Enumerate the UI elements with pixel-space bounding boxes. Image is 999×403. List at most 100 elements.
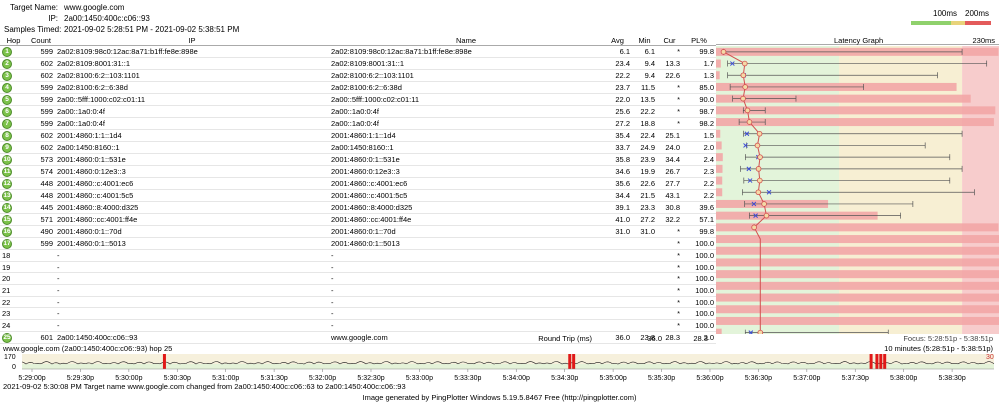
hop-row[interactable]: 4 599 2a02:8100:6:2::6:38d 2a02:8100:6:2::6…	[0, 81, 716, 94]
hop-row[interactable]: 19 - - * 100.0	[0, 261, 716, 274]
hop-row[interactable]: 16 490 2001:4860:0:1::70d 2001:4860:0:1::70…	[0, 225, 716, 238]
hop-ip: 2a00::1a0:0:4f	[55, 105, 329, 118]
hop-avg	[603, 261, 632, 274]
hop-row[interactable]: 14 445 2001:4860::8:4000:d325 2001:4860::8:…	[0, 201, 716, 214]
hop-count: 574	[27, 165, 55, 178]
col-name[interactable]: Name	[329, 36, 603, 46]
col-hop[interactable]: Hop	[0, 36, 27, 46]
hop-row[interactable]: 20 - - * 100.0	[0, 272, 716, 286]
hop-ip: 2a00:1450:8160::1	[55, 141, 329, 154]
hop-pl: 100.0	[682, 261, 716, 274]
hop-row[interactable]: 13 448 2001:4860::c:4001:5c5 2001:4860::c:4…	[0, 189, 716, 202]
hop-row[interactable]: 8 602 2001:4860:1:1::1d4 2001:4860:1:1::1d4…	[0, 129, 716, 142]
hop-pl: 98.7	[682, 105, 716, 118]
hop-avg	[603, 319, 632, 332]
hop-count: 448	[27, 177, 55, 190]
hop-badge: 5	[2, 95, 12, 105]
timeline-ymax: 170	[4, 354, 16, 361]
hop-count: 599	[27, 93, 55, 106]
packet-loss-bar	[716, 141, 722, 150]
hop-min: 6.1	[632, 45, 657, 58]
timeline-tick-label: 5:36:00p	[696, 375, 723, 382]
hop-pl: 100.0	[682, 319, 716, 332]
col-cur[interactable]: Cur	[657, 36, 682, 46]
hop-row[interactable]: 17 599 2001:4860:0:1::5013 2001:4860:0:1::5…	[0, 237, 716, 250]
hop-pl: 100.0	[682, 284, 716, 297]
timeline-tick-label: 5:38:00p	[890, 375, 917, 382]
hop-pl: 99.8	[682, 225, 716, 238]
hop-avg: 35.6	[603, 177, 632, 190]
hop-row[interactable]: 6 599 2a00::1a0:0:4f 2a00::1a0:0:4f 25.6 22.2…	[0, 105, 716, 118]
hop-min	[632, 261, 657, 274]
hop-min: 22.4	[632, 129, 657, 142]
hop-cur: *	[657, 307, 682, 321]
hop-cur: 13.3	[657, 57, 682, 70]
hop-count	[27, 296, 55, 309]
timeline-panel[interactable]: www.google.com (2a00:1450:400c:c06::93) …	[0, 344, 999, 383]
hop-row[interactable]: 23 - - * 100.0	[0, 307, 716, 321]
timeline-tick-label: 5:31:00p	[212, 375, 239, 382]
packet-loss-bar	[716, 270, 999, 279]
hop-ip: 2a02:8109:8001:31::1	[55, 57, 329, 70]
hop-row[interactable]: 1 599 2a02:8109:98c0:12ac:8a71:b1ff:fe8e:8…	[0, 45, 716, 58]
hop-number: 6	[0, 105, 27, 118]
legend-yellow-bar	[951, 21, 965, 25]
packet-loss-bar	[716, 188, 723, 197]
hop-pl: 2.0	[682, 141, 716, 154]
timeline-green-band	[22, 364, 994, 369]
zone-red	[962, 46, 999, 334]
hop-cur: *	[657, 272, 682, 286]
hop-number: 10	[0, 153, 27, 166]
hop-name: 2a02:8109:98c0:12ac:8a71:b1ff:fe8e:898e	[329, 45, 603, 58]
hop-number: 18	[0, 249, 27, 262]
hop-pl: 99.8	[682, 45, 716, 58]
avg-latency-point	[754, 142, 761, 149]
avg-latency-point	[720, 49, 727, 55]
hop-cur: 25.1	[657, 129, 682, 142]
hop-number: 12	[0, 177, 27, 190]
hop-row[interactable]: 5 599 2a00::5fff:1000:c02:c01:11 2a00::5fff…	[0, 93, 716, 106]
col-avg[interactable]: Avg	[603, 36, 632, 46]
timeline-chart[interactable]: 170 0 30 5:29:00p 5:29:30p 5:30:00p 5:30:30p 5:…	[0, 344, 999, 383]
col-min[interactable]: Min	[632, 36, 657, 46]
col-ip[interactable]: IP	[55, 36, 329, 46]
hop-row[interactable]: 10 573 2001:4860:0:1::531e 2001:4860:0:1::5…	[0, 153, 716, 166]
hop-row[interactable]: 24 - - * 100.0	[0, 319, 716, 332]
timeline-tick-label: 5:32:30p	[357, 375, 384, 382]
status-message: 2021-09-02 5:30:08 PM Target name www.go…	[3, 382, 406, 391]
legend-green-bar	[911, 21, 951, 25]
hop-row[interactable]: 3 602 2a02:8100:6:2::103:1101 2a02:8100:6:2…	[0, 69, 716, 82]
hop-row[interactable]: 9 602 2a00:1450:8160::1 2a00:1450:8160::1 33…	[0, 141, 716, 154]
hop-avg	[603, 296, 632, 309]
hop-avg	[603, 237, 632, 250]
hop-number: 11	[0, 165, 27, 178]
hop-row[interactable]: 7 599 2a00::1a0:0:4f 2a00::1a0:0:4f 27.2 18.8…	[0, 117, 716, 130]
hop-avg: 25.6	[603, 105, 632, 118]
hop-cur: *	[657, 284, 682, 297]
hop-row[interactable]: 18 - - * 100.0	[0, 249, 716, 262]
hop-avg: 34.6	[603, 165, 632, 178]
hop-ip: 2a02:8100:6:2::103:1101	[55, 69, 329, 82]
timeline-tick-label: 5:33:00p	[406, 375, 433, 382]
hop-row[interactable]: 21 - - * 100.0	[0, 284, 716, 297]
hop-row[interactable]: 12 448 2001:4860::c:4001:ec6 2001:4860::c:4…	[0, 177, 716, 190]
hop-avg: 33.7	[603, 141, 632, 154]
hop-row[interactable]: 15 571 2001:4860::cc:4001:ff4e 2001:4860::c…	[0, 213, 716, 226]
col-count[interactable]: Count	[27, 36, 55, 46]
hop-pl: 85.0	[682, 81, 716, 94]
hop-badge: 2	[2, 59, 12, 69]
hop-number: 17	[0, 237, 27, 250]
hop-count: 602	[27, 141, 55, 154]
hop-ip: -	[55, 307, 329, 321]
hop-row[interactable]: 2 602 2a02:8109:8001:31::1 2a02:8109:8001:3…	[0, 57, 716, 70]
hop-badge: 1	[2, 47, 12, 57]
hop-ip: 2001:4860:0:12e3::3	[55, 165, 329, 178]
hop-number: 23	[0, 307, 27, 321]
hop-ip: 2001:4860:0:1::70d	[55, 225, 329, 238]
hop-number: 8	[0, 129, 27, 142]
hop-number: 3	[0, 69, 27, 82]
col-pl[interactable]: PL%	[682, 36, 716, 46]
hop-cur: 32.2	[657, 213, 682, 226]
hop-row[interactable]: 22 - - * 100.0	[0, 296, 716, 309]
hop-row[interactable]: 11 574 2001:4860:0:12e3::3 2001:4860:0:12e3…	[0, 165, 716, 178]
